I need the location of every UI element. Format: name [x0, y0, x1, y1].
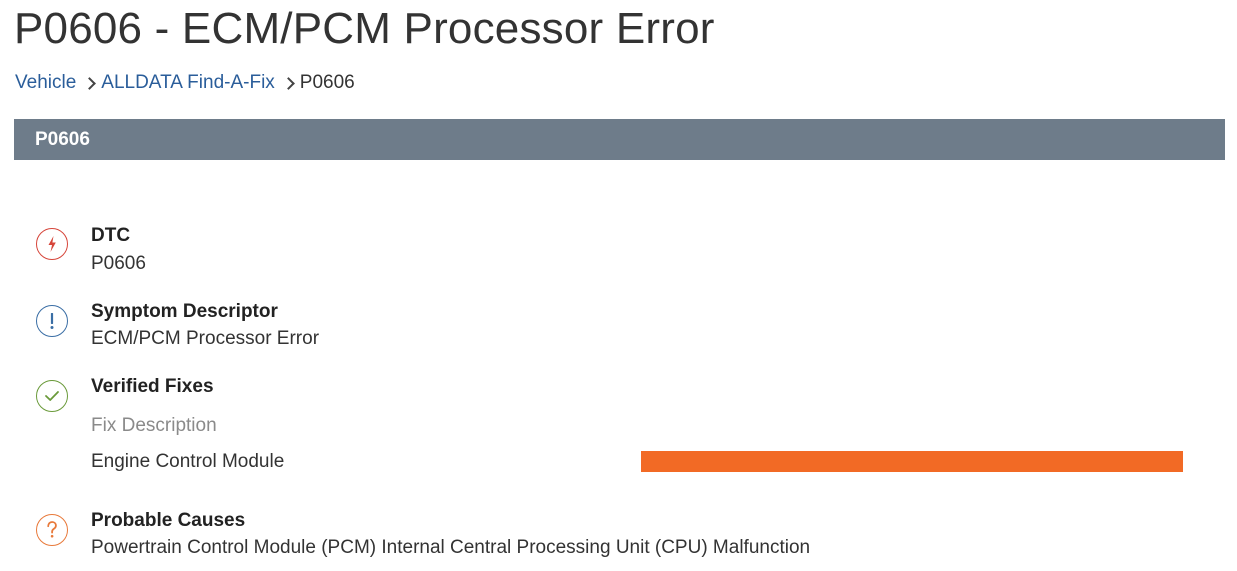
- lightning-icon: [36, 228, 68, 260]
- symptom-value: ECM/PCM Processor Error: [91, 328, 320, 349]
- chevron-right-icon: [281, 76, 295, 90]
- verified-fixes-label: Verified Fixes: [91, 376, 214, 397]
- breadcrumb-current: P0606: [299, 72, 355, 93]
- probable-causes-label: Probable Causes: [91, 510, 246, 531]
- checkmark-icon: [36, 380, 68, 412]
- fix-indicator-bar[interactable]: [641, 451, 1183, 472]
- question-icon: [36, 514, 68, 546]
- fix-description-value[interactable]: Engine Control Module: [91, 451, 284, 473]
- probable-causes-value: Powertrain Control Module (PCM) Internal…: [91, 537, 811, 558]
- page: P0606 - ECM/PCM Processor Error Vehicle …: [0, 0, 1237, 571]
- breadcrumb-link-find-a-fix[interactable]: ALLDATA Find-A-Fix: [101, 72, 275, 94]
- exclamation-icon: [36, 305, 68, 337]
- dtc-value: P0606: [91, 253, 146, 274]
- symptom-label: Symptom Descriptor: [91, 301, 278, 322]
- fix-description-header: Fix Description: [91, 415, 217, 436]
- chevron-right-icon: [83, 76, 97, 90]
- page-title: P0606 - ECM/PCM Processor Error: [14, 4, 715, 53]
- breadcrumb: Vehicle ALLDATA Find-A-Fix P0606: [15, 72, 355, 94]
- section-header: P0606: [14, 119, 1225, 160]
- dtc-label: DTC: [91, 225, 131, 246]
- breadcrumb-link-vehicle[interactable]: Vehicle: [15, 72, 76, 94]
